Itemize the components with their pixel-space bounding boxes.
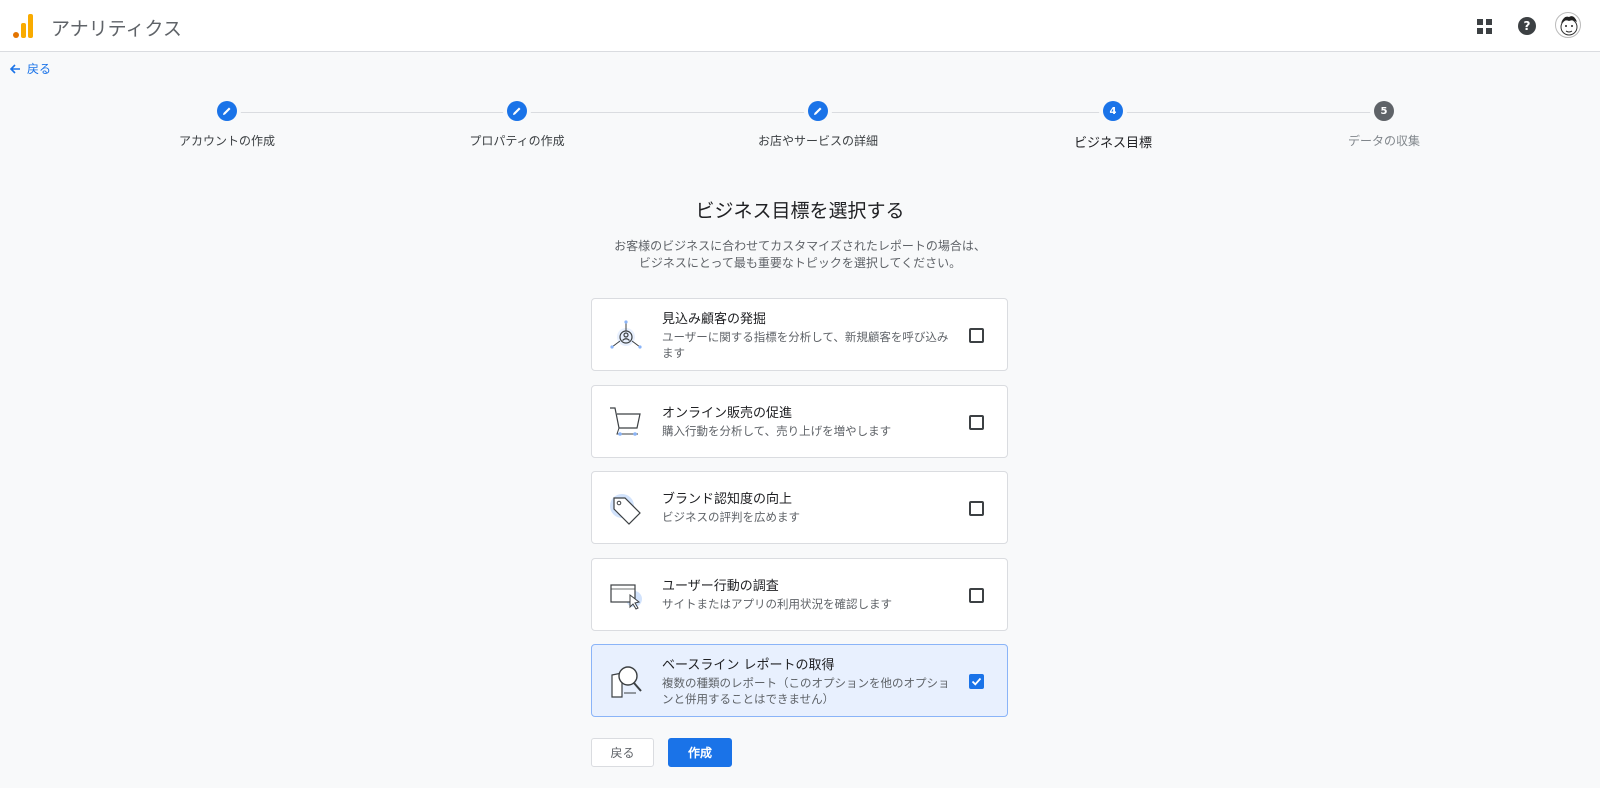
objective-card-behavior[interactable]: ユーザー行動の調査 サイトまたはアプリの利用状況を確認します (591, 558, 1008, 631)
analytics-logo[interactable] (13, 14, 35, 38)
checkmark-icon (971, 677, 982, 686)
objective-description: ンと併用することはできません） (662, 692, 835, 706)
objective-title: オンライン販売の促進 (662, 406, 793, 421)
page-title: ビジネス目標を選択する (695, 200, 905, 222)
objective-checkbox[interactable] (969, 328, 984, 343)
objective-title: 見込み顧客の発掘 (662, 312, 767, 327)
help-icon[interactable]: ? (1518, 17, 1536, 35)
step-data-collection: 5 データの収集 (1284, 101, 1484, 149)
back-link-label: 戻る (27, 62, 52, 76)
objective-title: ベースライン レポートの取得 (662, 658, 835, 673)
objective-checkbox[interactable] (969, 501, 984, 516)
step-label: ビジネス目標 (1073, 136, 1152, 151)
edit-icon (217, 101, 237, 121)
objective-checkbox[interactable] (969, 415, 984, 430)
objective-description: ビジネスの評判を広めます (662, 510, 800, 524)
magnifier-report-icon (611, 666, 642, 698)
step-property[interactable]: プロパティの作成 (417, 101, 617, 149)
objective-description: ユーザーに関する指標を分析して、新規顧客を呼び込み (662, 330, 949, 344)
objective-checkbox[interactable] (969, 588, 984, 603)
lead-generation-icon (610, 320, 642, 349)
objective-card-brand[interactable]: ブランド認知度の向上 ビジネスの評判を広めます (591, 471, 1008, 544)
objective-description: 購入行動を分析して、売り上げを増やします (662, 424, 892, 438)
app-title: アナリティクス (51, 18, 182, 40)
step-number: 4 (1103, 101, 1123, 121)
step-business-objectives: 4 ビジネス目標 (1013, 101, 1213, 151)
price-tag-icon (610, 494, 641, 525)
create-button[interactable]: 作成 (668, 738, 732, 767)
step-account[interactable]: アカウントの作成 (127, 101, 327, 149)
apps-grid-icon[interactable] (1477, 19, 1492, 34)
step-label: プロパティの作成 (469, 134, 565, 148)
step-label: お店やサービスの詳細 (757, 134, 878, 148)
browser-cursor-icon (610, 584, 642, 610)
step-label: アカウントの作成 (178, 134, 275, 148)
objective-card-leads[interactable]: 見込み顧客の発掘 ユーザーに関する指標を分析して、新規顧客を呼び込み ます (591, 298, 1008, 371)
objective-title: ユーザー行動の調査 (662, 579, 779, 594)
objective-card-baseline[interactable]: ベースライン レポートの取得 複数の種類のレポート（このオプションを他のオプショ… (591, 644, 1008, 717)
edit-icon (808, 101, 828, 121)
edit-icon (507, 101, 527, 121)
back-button[interactable]: 戻る (591, 738, 654, 767)
shopping-cart-icon (610, 407, 641, 436)
objective-title: ブランド認知度の向上 (662, 492, 793, 507)
back-link[interactable]: 戻る (9, 60, 51, 77)
objective-card-sales[interactable]: オンライン販売の促進 購入行動を分析して、売り上げを増やします (591, 385, 1008, 458)
step-business-details[interactable]: お店やサービスの詳細 (718, 101, 918, 149)
arrow-back-icon (9, 63, 20, 74)
objective-description: ます (662, 346, 685, 360)
avatar[interactable] (1555, 12, 1581, 38)
objective-description: サイトまたはアプリの利用状況を確認します (662, 597, 892, 611)
objective-checkbox[interactable] (969, 674, 984, 689)
step-label: データの収集 (1347, 134, 1420, 148)
page-description: お客様のビジネスに合わせてカスタマイズされたレポートの場合は、 ビジネスにとって… (614, 239, 986, 270)
objective-description: 複数の種類のレポート（このオプションを他のオプショ (662, 676, 950, 690)
step-number: 5 (1374, 101, 1394, 121)
top-app-bar: アナリティクス ? (0, 0, 1600, 52)
